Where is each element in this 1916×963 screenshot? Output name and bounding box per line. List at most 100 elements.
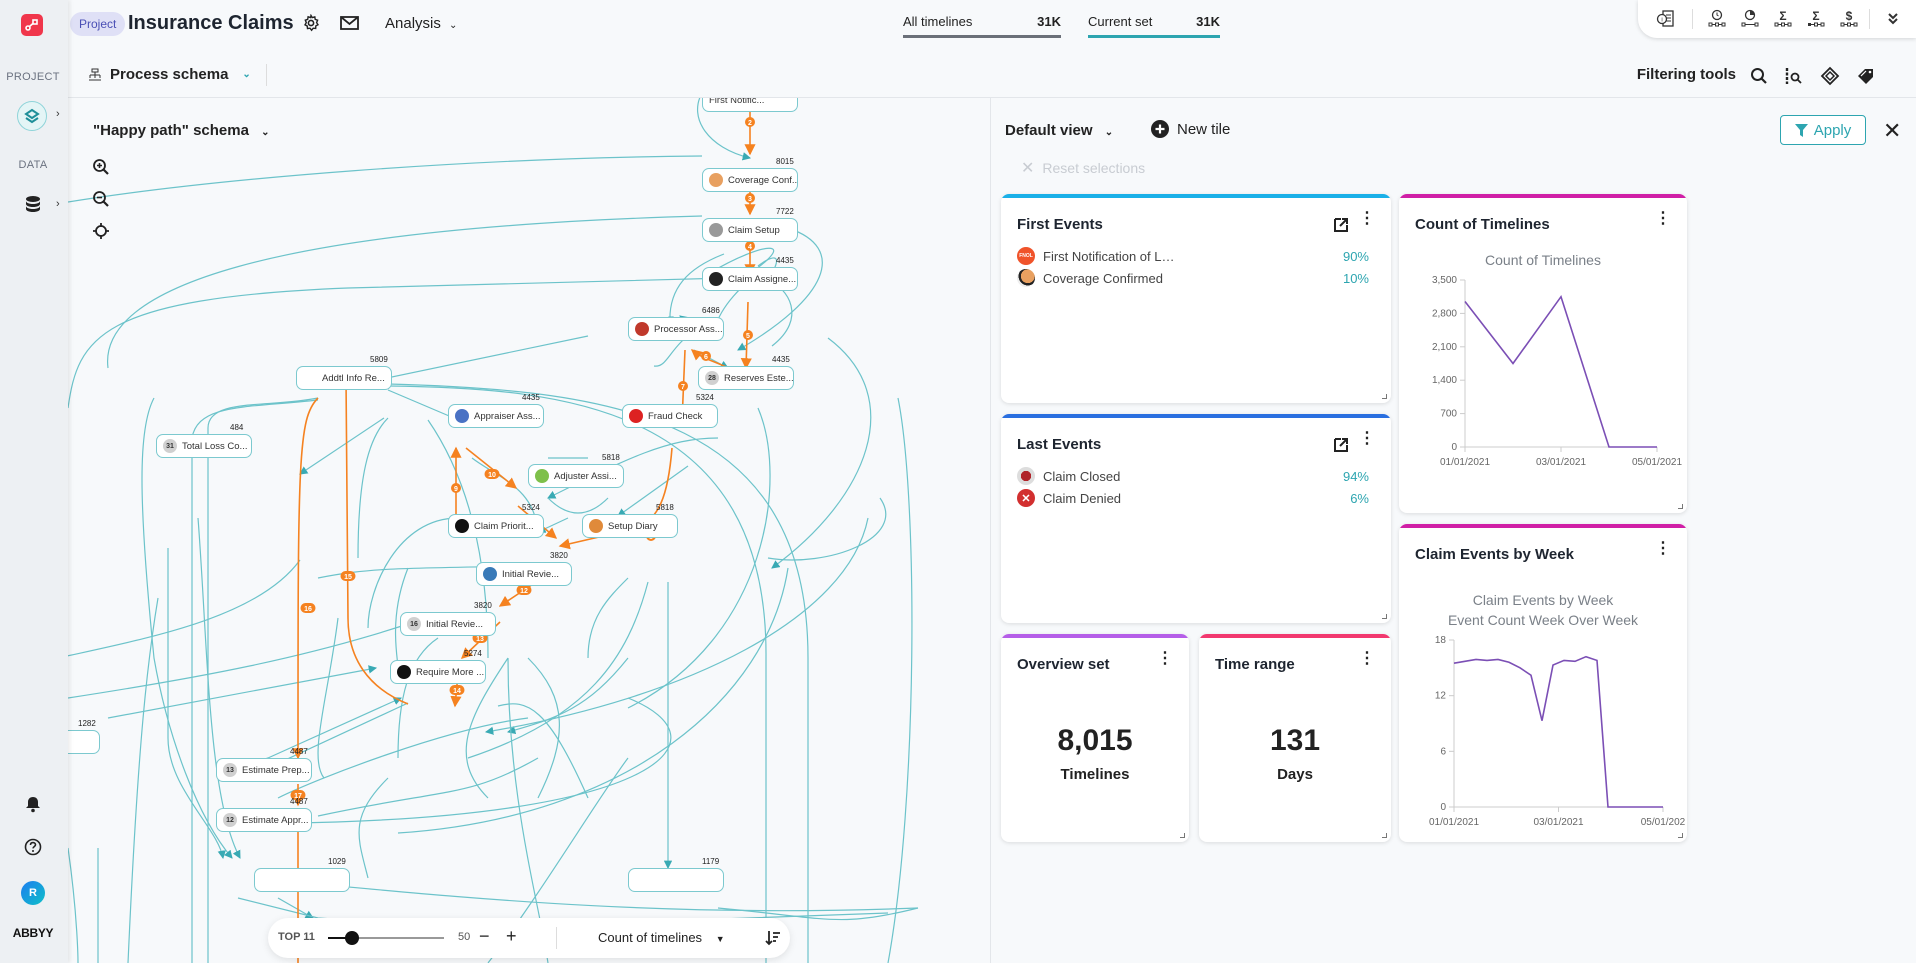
node-badge: 28 bbox=[705, 371, 719, 385]
schema-title[interactable]: "Happy path" schema ⌄ bbox=[93, 122, 270, 139]
schema-node[interactable] bbox=[628, 868, 724, 892]
resize-handle[interactable] bbox=[1382, 614, 1387, 619]
attribute-search-icon[interactable] bbox=[1784, 66, 1804, 86]
schema-node[interactable]: 12 Estimate Appr... bbox=[216, 808, 312, 832]
chevron-right-icon[interactable]: › bbox=[56, 198, 60, 210]
schema-node[interactable]: Setup Diary bbox=[582, 514, 678, 538]
kebab-menu-icon[interactable]: ⋮ bbox=[1655, 541, 1671, 557]
node-count: 5809 bbox=[370, 355, 388, 364]
schema-node[interactable]: 16 Initial Revie... bbox=[400, 612, 496, 636]
schema-node[interactable]: Claim Priorit... bbox=[448, 514, 544, 538]
node-count: 4487 bbox=[290, 747, 308, 756]
edge-label: 10 bbox=[488, 472, 496, 479]
node-icon bbox=[709, 223, 723, 237]
minus-button[interactable]: − bbox=[479, 926, 490, 947]
kebab-menu-icon[interactable]: ⋮ bbox=[1359, 651, 1375, 667]
schema-node[interactable]: Initial Revie... bbox=[476, 562, 572, 586]
tile-first-events: First Events ⋮ FNOL First Notification of… bbox=[1001, 194, 1391, 403]
help-icon[interactable] bbox=[24, 838, 42, 856]
process-schema-dropdown[interactable]: Process schema ⌄ bbox=[88, 66, 251, 83]
dollar-chain-icon[interactable]: $ bbox=[1838, 8, 1860, 30]
schema-node[interactable]: 31 Total Loss Co... bbox=[156, 434, 252, 458]
external-link-icon[interactable] bbox=[1334, 438, 1348, 452]
layers-button[interactable] bbox=[17, 101, 47, 131]
schema-node[interactable]: Addtl Info Re... bbox=[296, 366, 392, 390]
edge-label: 6 bbox=[704, 354, 708, 361]
tag-icon[interactable] bbox=[1856, 66, 1876, 86]
schema-node[interactable]: 28 Reserves Este... bbox=[698, 366, 794, 390]
kebab-menu-icon[interactable]: ⋮ bbox=[1359, 211, 1375, 227]
schema-node[interactable]: ied bbox=[68, 730, 100, 754]
app-root: PROJECT › DATA › R ABBYY Project Insuran… bbox=[0, 0, 1916, 963]
resize-handle[interactable] bbox=[1180, 833, 1185, 838]
mail-icon[interactable] bbox=[340, 15, 359, 31]
info-list-icon[interactable]: i bbox=[1654, 8, 1676, 30]
schema-node[interactable]: Adjuster Assi... bbox=[528, 464, 624, 488]
zoom-in-icon[interactable] bbox=[92, 158, 110, 176]
resize-handle[interactable] bbox=[1678, 504, 1683, 509]
schema-node[interactable]: 13 Estimate Prep... bbox=[216, 758, 312, 782]
search-icon[interactable] bbox=[1749, 66, 1769, 86]
double-chevron-down-icon[interactable] bbox=[1882, 8, 1904, 30]
metric-dropdown[interactable]: Count of timelines ▼ bbox=[598, 930, 725, 945]
sort-icon[interactable] bbox=[764, 929, 782, 947]
metric-label: Count of timelines bbox=[598, 930, 703, 945]
plus-button[interactable]: + bbox=[506, 926, 517, 947]
close-panel-button[interactable]: ✕ bbox=[1883, 118, 1901, 144]
process-schema-canvas[interactable]: 234567891011121314151617 First Notific..… bbox=[68, 98, 990, 963]
schema-node[interactable]: Require More ... bbox=[390, 660, 486, 684]
bell-icon[interactable] bbox=[24, 795, 42, 813]
clock-span-icon[interactable] bbox=[1739, 8, 1761, 30]
schema-node[interactable]: Claim Assigne... bbox=[702, 267, 798, 291]
schema-node[interactable]: Fraud Check bbox=[622, 404, 718, 428]
resize-handle[interactable] bbox=[1678, 833, 1683, 838]
new-tile-button[interactable]: New tile bbox=[1151, 120, 1230, 138]
edge bbox=[315, 883, 919, 912]
event-item[interactable]: ✕ Claim Denied bbox=[1017, 489, 1121, 507]
schema-node[interactable]: First Notific... bbox=[702, 98, 798, 112]
top-n-slider-handle[interactable] bbox=[344, 931, 359, 945]
user-avatar[interactable]: R bbox=[21, 881, 45, 905]
zoom-out-icon[interactable] bbox=[92, 190, 110, 208]
node-label: Claim Assigne... bbox=[728, 273, 797, 285]
reset-selections-button[interactable]: ✕ Reset selections bbox=[1021, 158, 1145, 178]
counter-bar bbox=[903, 35, 1061, 38]
kebab-menu-icon[interactable]: ⋮ bbox=[1359, 431, 1375, 447]
edge bbox=[627, 407, 771, 709]
node-label: Claim Priorit... bbox=[474, 520, 534, 532]
event-item[interactable]: Claim Closed bbox=[1017, 467, 1120, 485]
schema-node[interactable]: Appraiser Ass... bbox=[448, 404, 544, 428]
node-label: Reserves Este... bbox=[724, 372, 794, 384]
external-link-icon[interactable] bbox=[1334, 218, 1348, 232]
kebab-menu-icon[interactable]: ⋮ bbox=[1655, 211, 1671, 227]
claim-events-chart[interactable]: 0 6 12 18 01/01/2021 03/01/2021 05/01/202 bbox=[1399, 629, 1687, 829]
gear-icon[interactable] bbox=[302, 14, 320, 32]
sigma-chain-icon[interactable]: Σ bbox=[1772, 8, 1794, 30]
cube-filter-icon[interactable] bbox=[1820, 66, 1840, 86]
resize-handle[interactable] bbox=[1382, 394, 1387, 399]
resize-handle[interactable] bbox=[1382, 833, 1387, 838]
event-item[interactable]: FNOL First Notification of L… bbox=[1017, 247, 1175, 265]
count-timelines-chart[interactable]: 0 700 1,400 2,100 2,800 3,500 01/01/2021 03/01/… bbox=[1399, 269, 1687, 499]
kebab-menu-icon[interactable]: ⋮ bbox=[1157, 651, 1173, 667]
sigma-first-icon[interactable]: Σ bbox=[1805, 8, 1827, 30]
analysis-menu[interactable]: Analysis ⌄ bbox=[385, 15, 457, 32]
edge bbox=[317, 757, 539, 817]
fnol-icon: FNOL bbox=[1017, 247, 1035, 265]
schema-node[interactable] bbox=[254, 868, 350, 892]
fit-center-icon[interactable] bbox=[92, 222, 110, 240]
schema-node[interactable]: Claim Setup bbox=[702, 218, 798, 242]
project-section-label: PROJECT bbox=[6, 71, 60, 83]
app-logo[interactable] bbox=[21, 14, 43, 36]
node-count: 1029 bbox=[328, 857, 346, 866]
event-item[interactable]: Coverage Confirmed bbox=[1017, 269, 1163, 287]
clock-chain-icon[interactable] bbox=[1706, 8, 1728, 30]
schema-node[interactable]: Processor Ass... bbox=[628, 317, 724, 341]
apply-button[interactable]: Apply bbox=[1780, 115, 1866, 145]
schema-node[interactable]: Coverage Conf... bbox=[702, 168, 798, 192]
chevron-right-icon[interactable]: › bbox=[56, 108, 60, 120]
view-dropdown[interactable]: Default view ⌄ bbox=[1005, 122, 1113, 139]
event-label: Claim Denied bbox=[1043, 490, 1122, 506]
node-label: Claim Setup bbox=[728, 224, 780, 236]
database-icon[interactable] bbox=[24, 195, 42, 213]
